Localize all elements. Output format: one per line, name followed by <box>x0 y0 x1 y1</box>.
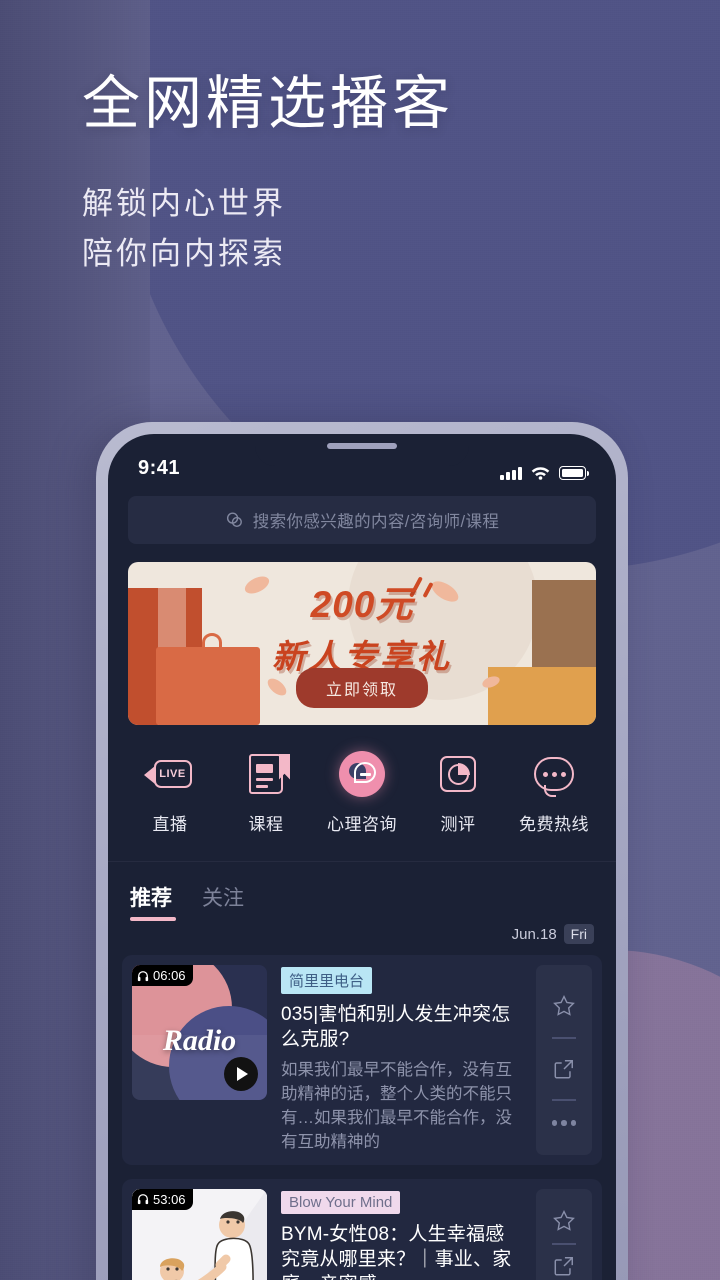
duration-text: 53:06 <box>153 1191 186 1207</box>
hero-copy: 全网精选播客 解锁内心世界 陪你向内探索 <box>82 71 455 279</box>
search-icon <box>225 511 244 530</box>
quick-nav: LIVE 直播 课程 心理咨询 测评 免费热线 <box>122 751 602 835</box>
star-icon[interactable] <box>552 1209 576 1233</box>
nav-label: 测评 <box>440 815 476 834</box>
feed-list: Radio 06:06 简里里电台 035|害怕和别人发生冲突怎么克服? 如果我… <box>108 944 616 1280</box>
banner-text: 200元 新人专享礼 <box>128 574 596 678</box>
rail-divider <box>552 1037 576 1039</box>
card-tag[interactable]: Blow Your Mind <box>281 1190 401 1214</box>
share-icon[interactable] <box>553 1255 575 1277</box>
wifi-icon <box>531 466 550 480</box>
feed-card[interactable]: 53:06 Blow Your Mind BYM-女性08：人生幸福感究竟从哪里… <box>122 1178 602 1280</box>
nav-label: 课程 <box>248 815 284 834</box>
nav-label: 直播 <box>152 815 188 834</box>
promo-banner[interactable]: 200元 新人专享礼 立即领取 <box>128 562 596 725</box>
rail-divider <box>552 1242 576 1245</box>
card-body: 简里里电台 035|害怕和别人发生冲突怎么克服? 如果我们最早不能合作，没有互助… <box>281 965 522 1155</box>
banner-confetti <box>264 675 290 699</box>
tab-recommend[interactable]: 推荐 <box>130 882 176 921</box>
card-tag[interactable]: 简里里电台 <box>281 967 373 994</box>
status-time: 9:41 <box>138 457 181 479</box>
card-title: BYM-女性08：人生幸福感究竟从哪里来？｜事业、家庭、亲密感 <box>281 1223 512 1280</box>
nav-item-assessment[interactable]: 测评 <box>410 751 506 835</box>
phone-mockup: 9:41 搜索你感兴趣的内容/咨询师/课程 200元 新人专享礼 立即领取 LI… <box>96 422 628 1280</box>
hero-subtitle-line-2: 陪你向内探索 <box>82 236 286 272</box>
duration-badge: 53:06 <box>132 1188 193 1210</box>
tab-following[interactable]: 关注 <box>202 882 244 921</box>
live-icon: LIVE <box>143 751 193 797</box>
date-weekday-chip: Fri <box>563 924 594 944</box>
nav-item-counseling[interactable]: 心理咨询 <box>314 751 410 835</box>
book-icon <box>243 751 289 797</box>
headphone-icon <box>137 1194 149 1205</box>
feed-date: Jun.18 Fri <box>108 921 616 944</box>
chat-bubble-icon <box>339 751 385 797</box>
card-thumbnail[interactable]: 53:06 <box>132 1188 267 1280</box>
card-action-rail <box>536 1188 592 1280</box>
rail-divider <box>552 1099 576 1101</box>
hero-title: 全网精选播客 <box>82 71 455 136</box>
card-body: Blow Your Mind BYM-女性08：人生幸福感究竟从哪里来？｜事业、… <box>281 1189 522 1280</box>
hero-subtitle-line-1: 解锁内心世界 <box>82 185 286 221</box>
search-placeholder: 搜索你感兴趣的内容/咨询师/课程 <box>252 513 500 531</box>
headset-chat-icon <box>531 751 577 797</box>
phone-screen: 9:41 搜索你感兴趣的内容/咨询师/课程 200元 新人专享礼 立即领取 LI… <box>108 434 616 1280</box>
feed-card[interactable]: Radio 06:06 简里里电台 035|害怕和别人发生冲突怎么克服? 如果我… <box>122 955 602 1165</box>
share-icon[interactable] <box>553 1058 575 1080</box>
card-thumbnail[interactable]: Radio 06:06 <box>132 965 267 1100</box>
banner-headline-amount: 200元 <box>310 584 414 625</box>
nav-item-hotline[interactable]: 免费热线 <box>506 751 602 835</box>
more-icon[interactable] <box>551 1120 577 1126</box>
duration-text: 06:06 <box>153 968 186 983</box>
date-text: Jun.18 <box>511 925 557 943</box>
status-bar: 9:41 <box>108 434 616 488</box>
thumb-label: Radio <box>162 1024 237 1058</box>
nav-label: 心理咨询 <box>327 815 397 834</box>
search-input[interactable]: 搜索你感兴趣的内容/咨询师/课程 <box>128 496 596 544</box>
headphone-icon <box>137 970 149 981</box>
card-title: 035|害怕和别人发生冲突怎么克服? <box>281 1004 511 1051</box>
duration-badge: 06:06 <box>132 965 193 986</box>
nav-item-course[interactable]: 课程 <box>218 751 314 835</box>
signal-bars-icon <box>500 466 522 480</box>
card-description: 如果我们最早不能合作，没有互助精神的话，整个人类的不能只有…如果我们最早不能合作… <box>281 1061 512 1151</box>
feed-tabs: 推荐 关注 <box>108 862 616 921</box>
status-icons <box>500 466 589 480</box>
card-action-rail <box>536 965 592 1155</box>
star-icon[interactable] <box>552 994 576 1018</box>
nav-label: 免费热线 <box>519 815 589 834</box>
nav-item-live[interactable]: LIVE 直播 <box>122 751 218 835</box>
hero-subtitle: 解锁内心世界 陪你向内探索 <box>82 179 454 279</box>
banner-cta-button[interactable]: 立即领取 <box>295 668 429 708</box>
live-badge-text: LIVE <box>159 768 186 780</box>
battery-full-icon <box>559 466 589 480</box>
play-button[interactable] <box>224 1057 258 1091</box>
pie-chart-icon <box>435 751 481 797</box>
